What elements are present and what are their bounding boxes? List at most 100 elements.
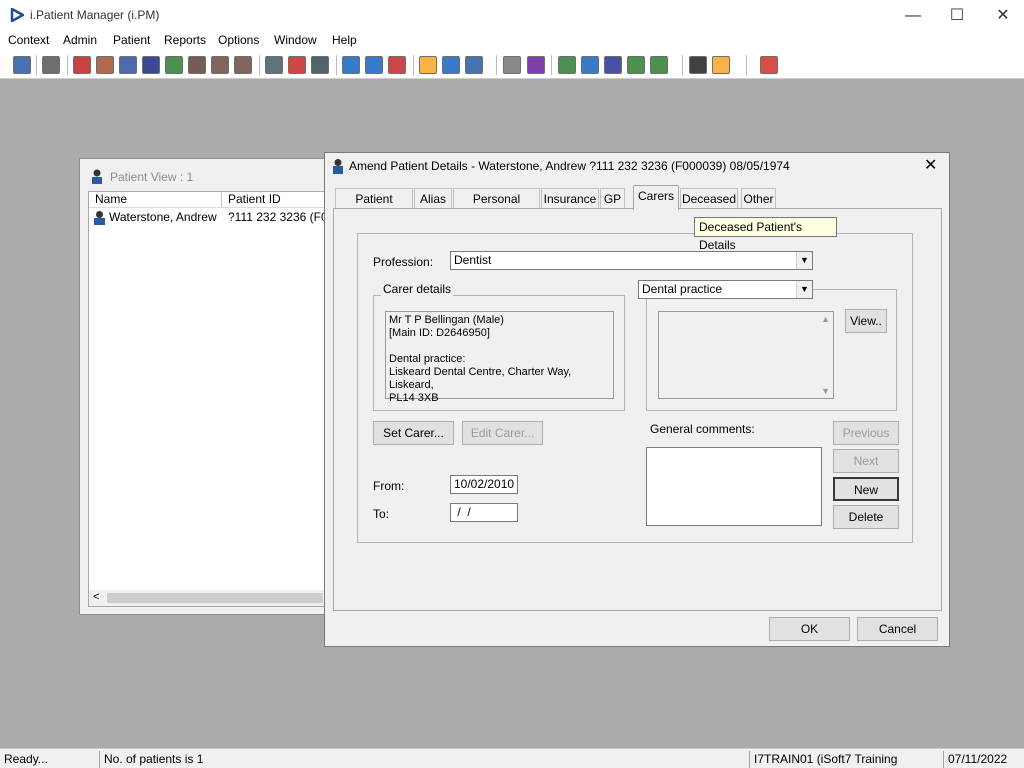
toolbar-separator	[336, 55, 337, 75]
status-patient-count: No. of patients is 1	[99, 751, 739, 768]
amend-patient-dialog: Amend Patient Details - Waterstone, Andr…	[324, 152, 950, 647]
practice-select[interactable]: Dental practice ▼	[638, 280, 813, 299]
close-dialog-icon[interactable]: ✕	[924, 155, 937, 175]
tab-personal-carers[interactable]: Personal Carers	[453, 188, 540, 226]
app-title-bar: i.Patient Manager (i.PM) — ☐ ✕	[0, 0, 1024, 31]
menu-options[interactable]: Options	[218, 33, 259, 47]
minimize-button[interactable]: —	[890, 0, 936, 31]
horizontal-scrollbar[interactable]: <	[89, 590, 327, 606]
column-header-name[interactable]: Name	[89, 192, 222, 208]
page-icon[interactable]	[503, 56, 521, 74]
chart-circle-icon[interactable]	[388, 56, 406, 74]
menu-admin[interactable]: Admin	[63, 33, 97, 47]
list-icon[interactable]	[311, 56, 329, 74]
m-letter-icon[interactable]	[142, 56, 160, 74]
profession-select[interactable]: Dentist ▼	[450, 251, 813, 270]
notes-icon[interactable]	[419, 56, 437, 74]
from-date-field[interactable]: 10/02/2010	[450, 475, 518, 494]
maximize-button[interactable]: ☐	[934, 0, 980, 31]
patient-icon[interactable]	[13, 56, 31, 74]
tab-deceased[interactable]: Deceased	[680, 188, 738, 209]
book-icon[interactable]	[73, 56, 91, 74]
patient-list[interactable]: Name Patient ID Waterstone, Andrew ?111 …	[88, 191, 334, 607]
set-carer-button[interactable]: Set Carer...	[373, 421, 454, 445]
tab-alias[interactable]: Alias	[414, 188, 452, 209]
menu-reports[interactable]: Reports	[164, 33, 206, 47]
menu-context[interactable]: Context	[8, 33, 49, 47]
practice-select-value: Dental practice	[642, 282, 723, 296]
toolbar	[0, 51, 1024, 79]
patient-view-title-bar: Patient View : 1	[80, 159, 328, 193]
bar-chart-icon[interactable]	[527, 56, 545, 74]
toolbar-separator	[36, 55, 37, 75]
image-icon[interactable]	[342, 56, 360, 74]
clipboard-arrow-icon[interactable]	[627, 56, 645, 74]
globe-icon[interactable]	[558, 56, 576, 74]
patient-icon	[333, 159, 343, 174]
practice-details-box: ▲ ▼	[658, 311, 834, 399]
cancel-button[interactable]: Cancel	[857, 617, 938, 641]
profession-value: Dentist	[454, 253, 492, 267]
edit-note-icon[interactable]	[96, 56, 114, 74]
previous-button[interactable]: Previous	[833, 421, 899, 445]
status-date: 07/11/2022	[943, 751, 1024, 768]
handshake-icon[interactable]	[211, 56, 229, 74]
search-doc-icon[interactable]	[265, 56, 283, 74]
general-comments-field[interactable]	[646, 447, 822, 526]
to-date-field[interactable]: / /	[450, 503, 518, 522]
tab-carers[interactable]: Carers	[633, 185, 679, 210]
tab-gp[interactable]: GP	[600, 188, 625, 209]
nurse-icon[interactable]	[465, 56, 483, 74]
to-label: To:	[373, 507, 390, 521]
tab-patient-details[interactable]: Patient Details	[335, 188, 413, 226]
scroll-down-icon[interactable]: ▼	[821, 386, 830, 396]
ambulance-icon[interactable]	[442, 56, 460, 74]
warning-icon[interactable]	[712, 56, 730, 74]
transfer-icon[interactable]	[689, 56, 707, 74]
exit-icon[interactable]	[760, 56, 778, 74]
clipboard-check-icon[interactable]	[604, 56, 622, 74]
printer-icon[interactable]	[42, 56, 60, 74]
document-icon[interactable]	[188, 56, 206, 74]
tooltip: Deceased Patient's Details	[694, 217, 837, 252]
toolbar-separator	[682, 55, 683, 75]
column-header-patient-id[interactable]: Patient ID	[222, 192, 328, 208]
delete-button[interactable]: Delete	[833, 505, 899, 529]
clock-icon[interactable]	[288, 56, 306, 74]
menu-help[interactable]: Help	[332, 33, 357, 47]
scroll-up-icon[interactable]: ▲	[821, 314, 830, 324]
menu-patient[interactable]: Patient	[113, 33, 150, 47]
checklist-icon[interactable]	[365, 56, 383, 74]
patient-view-window: Patient View : 1 Name Patient ID Waterst…	[79, 158, 334, 615]
scroll-thumb[interactable]	[107, 593, 323, 603]
next-button[interactable]: Next	[833, 449, 899, 473]
handshake-2-icon[interactable]	[234, 56, 252, 74]
practice-address-line: Liskeard Dental Centre, Charter Way, Lis…	[389, 366, 572, 391]
chevron-down-icon[interactable]: ▼	[796, 281, 812, 298]
tab-insurance[interactable]: Insurance	[541, 188, 599, 209]
ok-button[interactable]: OK	[769, 617, 850, 641]
carer-details-text: Mr T P Bellingan (Male) [Main ID: D26469…	[385, 311, 614, 404]
person-icon[interactable]	[165, 56, 183, 74]
view-button[interactable]: View..	[845, 309, 887, 333]
scroll-left-icon[interactable]: <	[93, 591, 99, 603]
clipboard-refresh-icon[interactable]	[650, 56, 668, 74]
menu-window[interactable]: Window	[274, 33, 317, 47]
form-icon[interactable]	[119, 56, 137, 74]
chevron-down-icon[interactable]: ▼	[796, 252, 812, 269]
carer-id-line: [Main ID: D2646950]	[389, 327, 490, 339]
close-app-button[interactable]: ✕	[980, 0, 1024, 31]
toolbar-separator	[746, 55, 747, 75]
toolbar-separator	[551, 55, 552, 75]
edit-carer-button[interactable]: Edit Carer...	[462, 421, 543, 445]
profession-label: Profession:	[373, 255, 434, 269]
tab-other[interactable]: Other	[741, 188, 776, 209]
patient-id-cell: ?111 232 3236 (F00	[228, 210, 335, 224]
table-row[interactable]: Waterstone, Andrew ?111 232 3236 (F00	[89, 209, 334, 226]
clipboard-icon[interactable]	[581, 56, 599, 74]
from-label: From:	[373, 479, 405, 493]
new-button[interactable]: New	[833, 477, 899, 501]
patient-icon	[94, 211, 105, 225]
app-logo-icon	[10, 8, 24, 22]
